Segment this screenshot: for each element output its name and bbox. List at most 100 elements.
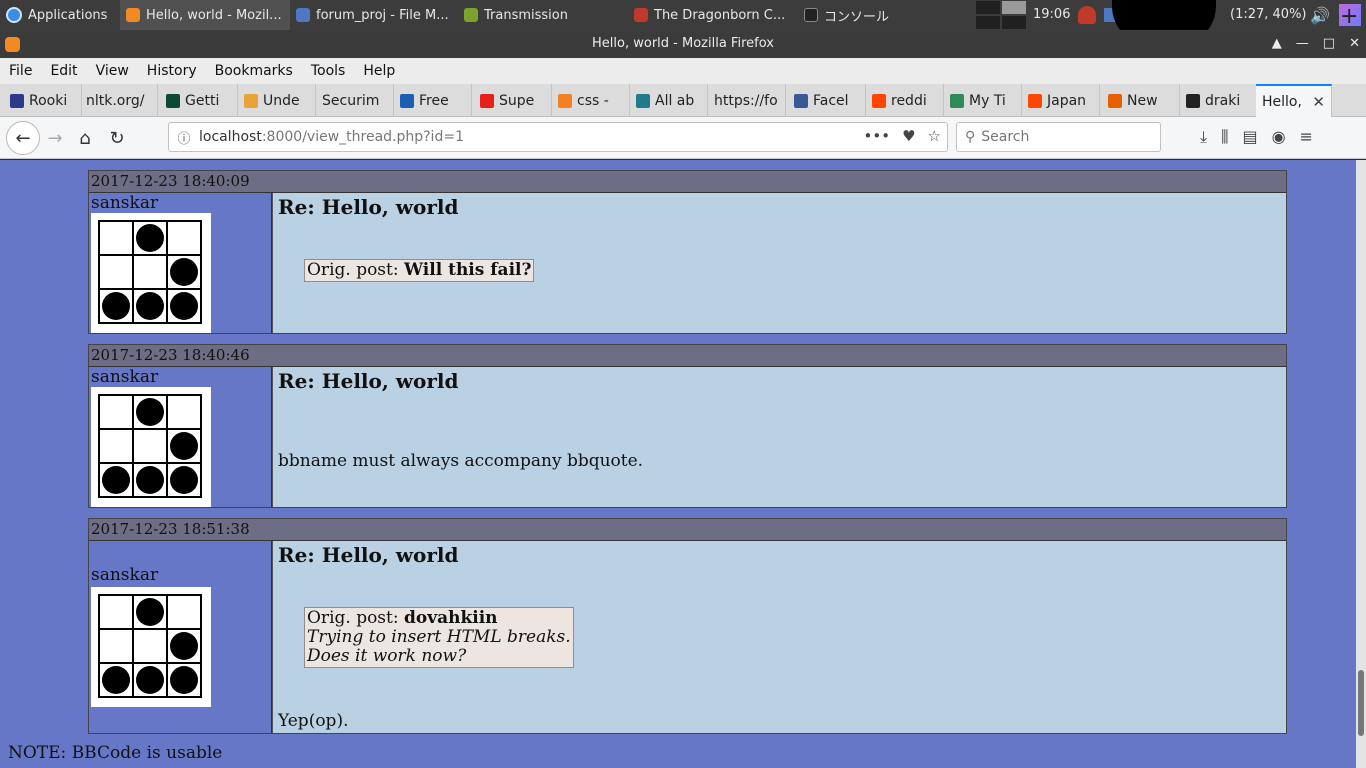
tab-label: Facel	[813, 92, 849, 109]
post-title: Re: Hello, world	[278, 369, 459, 393]
santa-icon	[634, 8, 648, 22]
tab-bookmark[interactable]: Rooki	[4, 84, 82, 117]
battery-status: (1:27, 40%)	[1230, 7, 1307, 22]
tab-label: https://fo	[714, 92, 778, 109]
post-author-panel: sanskar	[89, 367, 272, 507]
tab-bookmark[interactable]: Getti	[160, 84, 238, 117]
forward-button[interactable]: →	[42, 125, 68, 151]
tab-bookmark[interactable]: Japan	[1022, 84, 1100, 117]
tab-bookmark[interactable]: Securim	[316, 84, 394, 117]
tab-bookmark[interactable]: Supe	[474, 84, 552, 117]
menu-tools[interactable]: Tools	[302, 63, 355, 79]
tab-active[interactable]: Hello, ✕	[1256, 84, 1332, 117]
post-title: Re: Hello, world	[278, 195, 459, 219]
menu-history[interactable]: History	[138, 63, 206, 79]
tab-strip: Rooki nltk.org/Getti Unde Securim Free Supe cs…	[0, 84, 1366, 117]
new-tab-button[interactable]: +	[1340, 4, 1358, 29]
bookmark-star-icon[interactable]: ☆	[928, 127, 941, 145]
site-info-icon[interactable]: ⓘ	[169, 128, 199, 147]
reddit-icon	[872, 93, 886, 108]
quote-block: Orig. post: dovahkiin Trying to insert HT…	[304, 607, 574, 668]
scrollbar-thumb[interactable]	[1358, 670, 1364, 736]
quote-prefix: Orig. post:	[307, 608, 404, 628]
applications-menu-button[interactable]: Applications	[0, 0, 118, 30]
avatar	[91, 587, 211, 707]
tab-bookmark[interactable]: reddi	[866, 84, 944, 117]
library-icon[interactable]: ⫼	[1221, 127, 1228, 147]
back-button[interactable]: ←	[6, 121, 40, 155]
tab-label: Free	[419, 92, 449, 109]
url-bar[interactable]: ⓘ localhost:8000/view_thread.php?id=1 ••…	[168, 122, 948, 152]
facebook-icon	[794, 93, 808, 108]
home-button[interactable]: ⌂	[72, 125, 98, 151]
tab-bookmark[interactable]: https://fo	[708, 84, 786, 117]
menu-bar: File Edit View History Bookmarks Tools H…	[0, 58, 1366, 84]
pocket-icon[interactable]: ♥	[902, 127, 915, 145]
page-actions-icon[interactable]: •••	[864, 127, 891, 145]
taskbar-item-file-manager[interactable]: forum_proj - File M...	[290, 0, 458, 30]
close-icon[interactable]: ✕	[1349, 30, 1360, 58]
tab-bookmark[interactable]: Free	[394, 84, 472, 117]
santa-icon	[1078, 6, 1096, 24]
quote-block: Orig. post: Will this fail?	[304, 259, 535, 282]
minimize-icon[interactable]: —	[1296, 30, 1309, 58]
reddit-icon	[1028, 93, 1042, 108]
menu-edit[interactable]: Edit	[41, 63, 86, 79]
tab-label: Japan	[1047, 92, 1087, 109]
post-body: Re: Hello, world Orig. post: Will this fa…	[272, 193, 1286, 333]
post-text: Yep(op).	[278, 711, 349, 731]
tab-bookmark[interactable]: New	[1102, 84, 1180, 117]
taskbar-item-transmission[interactable]: Transmission	[458, 0, 628, 30]
tab-label: nltk.org/	[86, 92, 145, 109]
firefox-icon	[126, 8, 140, 22]
menu-bookmarks[interactable]: Bookmarks	[206, 63, 302, 79]
navigation-toolbar: ← → ⌂ ↻ ⓘ localhost:8000/view_thread.php…	[0, 117, 1366, 159]
tab-bookmark[interactable]: Unde	[238, 84, 316, 117]
post-body: Re: Hello, world bbname must always accom…	[272, 367, 1286, 507]
tab-bookmark[interactable]: draki	[1180, 84, 1258, 117]
sidebar-icon[interactable]: ▤	[1242, 127, 1257, 147]
reload-button[interactable]: ↻	[104, 125, 130, 151]
post-author-panel: sanskar	[89, 193, 272, 333]
maximize-icon[interactable]: □	[1323, 30, 1335, 58]
quote-prefix: Orig. post:	[307, 260, 404, 280]
extension-icon[interactable]: ◉	[1272, 127, 1286, 147]
downloads-icon[interactable]: ⤓	[1200, 127, 1207, 147]
taskbar-item-dragonborn[interactable]: The Dragonborn C...	[628, 0, 798, 30]
tab-bookmark[interactable]: css -	[552, 84, 630, 117]
hamburger-menu-icon[interactable]: ≡	[1300, 127, 1313, 147]
post-timestamp: 2017-12-23 18:40:46	[89, 345, 1286, 367]
taskbar-item-firefox[interactable]: Hello, world - Mozil...	[120, 0, 290, 30]
reload-icon: ↻	[109, 127, 125, 149]
tab-label: css -	[577, 92, 609, 109]
quote-author: dovahkiin	[404, 608, 498, 628]
page-content: 2017-12-23 18:40:09 sanskar Re: Hello, wor…	[0, 160, 1356, 768]
menu-file[interactable]: File	[0, 63, 41, 79]
post-author-name: sanskar	[91, 367, 159, 387]
tab-label: All ab	[655, 92, 695, 109]
freecodecamp-icon	[400, 93, 414, 108]
post-timestamp: 2017-12-23 18:40:09	[89, 171, 1286, 193]
volume-icon[interactable]: 🔊	[1310, 6, 1330, 25]
tab-bookmark[interactable]: Facel	[788, 84, 866, 117]
tab-label: Supe	[499, 92, 535, 109]
map-icon	[950, 93, 964, 108]
close-tab-icon[interactable]: ✕	[1312, 93, 1325, 111]
search-input[interactable]: ⚲ Search	[956, 122, 1161, 152]
menu-help[interactable]: Help	[354, 63, 404, 79]
vertical-scrollbar[interactable]	[1356, 160, 1366, 768]
tab-label: reddi	[891, 92, 927, 109]
tab-bookmark[interactable]: nltk.org/	[80, 84, 158, 117]
tab-bookmark[interactable]: All ab	[630, 84, 708, 117]
menu-view[interactable]: View	[87, 63, 138, 79]
window-up-icon[interactable]: ▲	[1272, 30, 1282, 58]
search-placeholder: Search	[981, 129, 1030, 145]
tab-label: My Ti	[969, 92, 1006, 109]
taskbar-item-console[interactable]: コンソール	[798, 0, 968, 30]
firefox-icon	[5, 37, 20, 52]
taskbar-item-label: forum_proj - File M...	[316, 7, 449, 23]
workspace-switcher[interactable]	[975, 0, 1027, 30]
applications-logo-icon	[6, 7, 22, 23]
tab-bookmark[interactable]: My Ti	[944, 84, 1022, 117]
avatar	[91, 213, 211, 333]
